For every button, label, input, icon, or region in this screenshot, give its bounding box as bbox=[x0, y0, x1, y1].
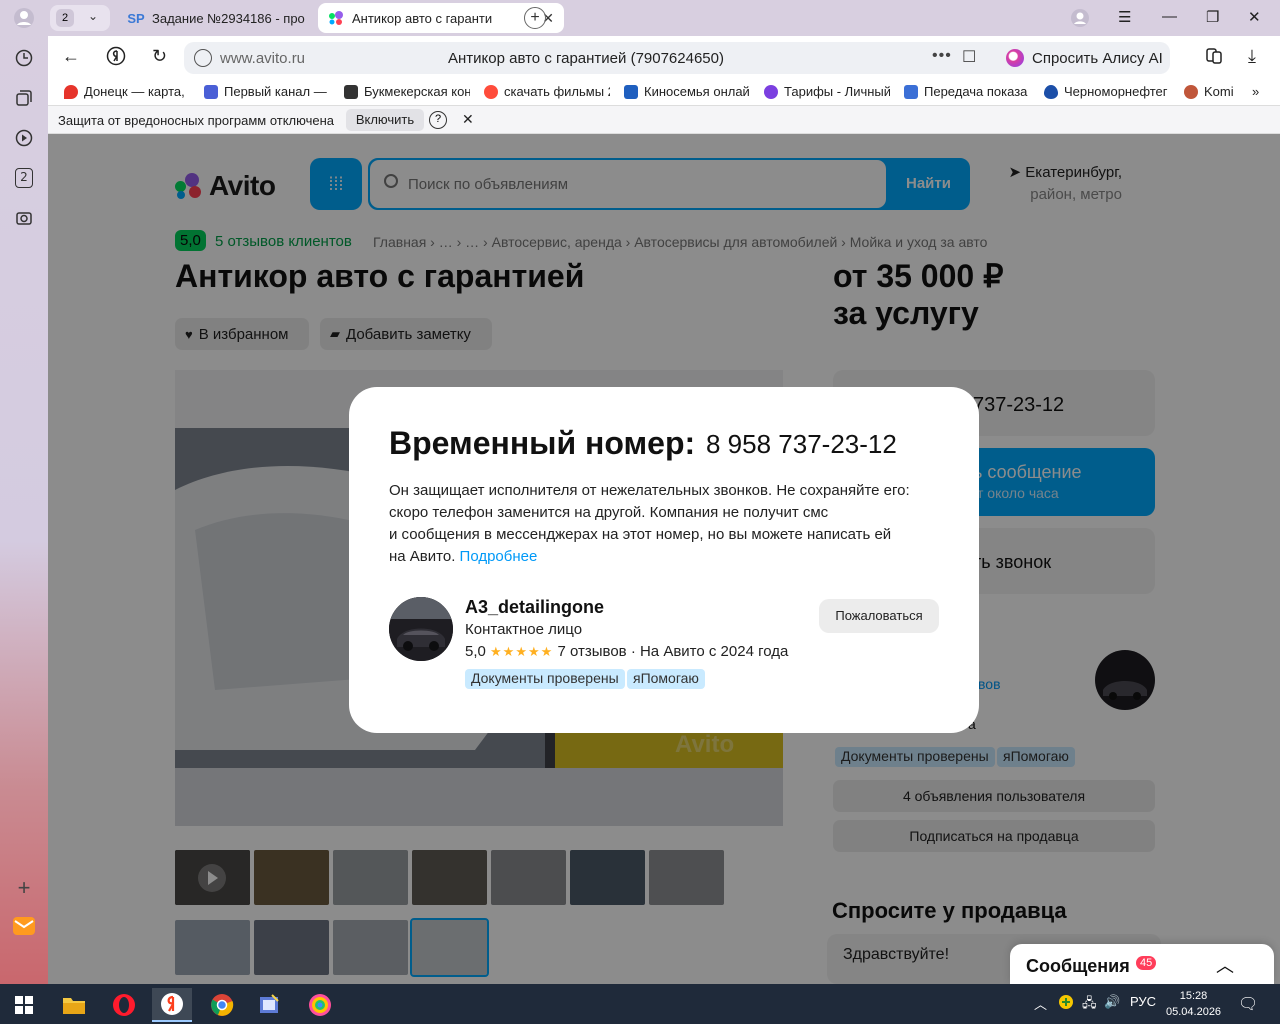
collections-icon[interactable] bbox=[12, 86, 36, 110]
monitor-icon bbox=[624, 84, 638, 99]
yandex-browser-icon[interactable] bbox=[152, 988, 192, 1022]
extensions-icon[interactable] bbox=[1204, 46, 1224, 71]
bookmark-item[interactable]: Букмекерская кон bbox=[344, 84, 470, 99]
network-icon[interactable]: 🖧 bbox=[1082, 994, 1097, 1016]
star-rating-icon: ★★★★★ bbox=[490, 644, 554, 659]
komi-icon bbox=[1184, 84, 1198, 99]
bookmark-icon[interactable]: ☐ bbox=[962, 47, 976, 67]
modal-description: Он защищает исполнителя от нежелательных… bbox=[389, 482, 910, 565]
verified-docs-tag: Документы проверены bbox=[465, 669, 625, 689]
file-explorer-icon[interactable] bbox=[54, 988, 94, 1022]
mail-icon[interactable] bbox=[12, 914, 36, 938]
tab-count-button[interactable]: 2 ⌄ bbox=[50, 5, 110, 31]
site-info-icon[interactable] bbox=[194, 49, 212, 67]
opera-icon[interactable] bbox=[104, 988, 144, 1022]
chrome-icon[interactable] bbox=[202, 988, 242, 1022]
clock[interactable]: 15:28 05.04.2026 bbox=[1166, 988, 1221, 1020]
bookmark-item[interactable]: Передача показа bbox=[904, 84, 1030, 99]
bookmark-item[interactable]: Тарифы - Личный bbox=[764, 84, 890, 99]
tv-icon bbox=[204, 84, 218, 99]
history-icon[interactable] bbox=[12, 46, 36, 70]
avito-page: Avito ⁞⁞⁞ Поиск по объявлениям Найти ➤ Е… bbox=[48, 134, 1280, 984]
bookmaker-icon bbox=[344, 84, 358, 99]
address-bar: ← ↻ www.avito.ru Антикор авто с гарантие… bbox=[48, 36, 1280, 78]
notifications-icon[interactable]: 🗨 bbox=[1238, 994, 1258, 1014]
seller-rating: 5,0 ★★★★★ 7 отзывов · На Авито с 2024 го… bbox=[465, 643, 789, 660]
seller-role: Контактное лицо bbox=[465, 621, 583, 638]
security-tray-icon[interactable] bbox=[1058, 994, 1074, 1013]
video-icon[interactable] bbox=[12, 126, 36, 150]
volume-icon[interactable]: 🔊 bbox=[1104, 994, 1120, 1010]
menu-icon[interactable]: ☰ bbox=[1118, 8, 1131, 26]
chevron-up-icon[interactable]: ︿ bbox=[1216, 952, 1234, 978]
ask-alice-button[interactable]: Спросить Алису AI bbox=[998, 42, 1170, 74]
alice-icon bbox=[1006, 49, 1024, 67]
bookmark-item[interactable]: Донецк — карта, с bbox=[64, 84, 188, 99]
protection-infobar: Защита от вредоносных программ отключена… bbox=[48, 106, 1280, 134]
minimize-icon[interactable]: — bbox=[1162, 8, 1177, 25]
help-icon[interactable]: ? bbox=[429, 111, 447, 129]
add-panel-icon[interactable]: + bbox=[12, 875, 36, 900]
bookmark-item[interactable]: скачать фильмы 2 bbox=[484, 84, 610, 99]
seller-avatar[interactable] bbox=[389, 597, 453, 661]
reload-icon[interactable]: ↻ bbox=[152, 46, 167, 67]
more-bookmarks-icon[interactable]: » bbox=[1252, 84, 1259, 99]
close-window-icon[interactable]: ✕ bbox=[1248, 8, 1261, 26]
bookmark-item[interactable]: Komi bbox=[1184, 84, 1244, 99]
chevron-down-icon: ⌄ bbox=[88, 9, 99, 23]
temporary-phone: 8 958 737-23-12 bbox=[706, 429, 897, 459]
enable-protection-button[interactable]: Включить bbox=[346, 109, 424, 131]
more-info-link[interactable]: Подробнее bbox=[460, 548, 538, 565]
seller-name[interactable]: A3_detailingone bbox=[465, 597, 604, 618]
close-infobar-icon[interactable]: ✕ bbox=[462, 111, 474, 128]
bookmark-item[interactable]: Киносемья онлай bbox=[624, 84, 750, 99]
back-icon[interactable]: ← bbox=[62, 46, 80, 67]
messages-widget[interactable]: Сообщения 45 ︿ bbox=[1010, 944, 1274, 984]
profile-icon[interactable] bbox=[12, 6, 36, 30]
report-button[interactable]: Пожаловаться bbox=[819, 599, 939, 633]
meter-icon bbox=[904, 84, 918, 99]
downloads-icon[interactable]: ⤓ bbox=[1248, 46, 1256, 67]
color-app-icon[interactable] bbox=[300, 988, 340, 1022]
windows-taskbar: ︿ 🖧 🔊 РУС 15:28 05.04.2026 🗨 bbox=[0, 984, 1280, 1024]
browser-sidebar: 2 + bbox=[0, 0, 48, 984]
screenshot-icon[interactable] bbox=[12, 206, 36, 230]
avito-favicon-icon bbox=[328, 10, 344, 26]
yandex-icon[interactable] bbox=[106, 46, 126, 71]
drop-icon bbox=[1044, 84, 1058, 99]
restore-icon[interactable]: ❐ bbox=[1206, 8, 1219, 26]
bookmark-item[interactable]: Черноморнефтег bbox=[1044, 84, 1168, 99]
bookmark-item[interactable]: Первый канал — о bbox=[204, 84, 330, 99]
new-tab-button[interactable]: + bbox=[524, 7, 546, 29]
more-icon[interactable]: ••• bbox=[932, 47, 952, 65]
temporary-number-modal: Временный номер: 8 958 737-23-12 Он защи… bbox=[349, 387, 979, 733]
sp-favicon-icon: SP bbox=[127, 10, 145, 26]
modal-title: Временный номер: bbox=[389, 425, 696, 461]
tariff-icon bbox=[764, 84, 778, 99]
show-hidden-icons[interactable]: ︿ bbox=[1034, 994, 1047, 1013]
language-indicator[interactable]: РУС bbox=[1130, 994, 1156, 1009]
tab-bar: 2 ⌄ SP Задание №2934186 - про Антикор ав… bbox=[48, 0, 1280, 36]
map-pin-icon bbox=[64, 84, 78, 99]
profile-icon[interactable] bbox=[1070, 8, 1090, 32]
yandex-icon bbox=[484, 84, 498, 99]
messages-count-badge: 45 bbox=[1136, 956, 1157, 970]
help-tag: яПомогаю bbox=[627, 669, 705, 689]
screenshot-tool-icon[interactable] bbox=[250, 988, 290, 1022]
url-field[interactable]: www.avito.ru Антикор авто с гарантией (7… bbox=[184, 42, 1044, 74]
bookmarks-bar: Донецк — карта, с Первый канал — о Букме… bbox=[48, 78, 1280, 106]
close-icon[interactable]: ✕ bbox=[676, 382, 698, 413]
tab-count-icon[interactable]: 2 bbox=[12, 166, 36, 190]
start-icon[interactable] bbox=[4, 988, 44, 1022]
tab-task[interactable]: SP Задание №2934186 - про bbox=[118, 3, 308, 33]
